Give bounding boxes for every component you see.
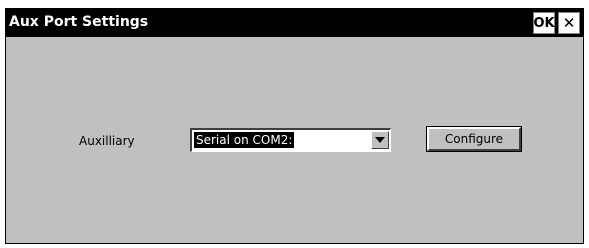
configure-button[interactable]: Configure [426,126,522,152]
close-button[interactable]: ✕ [558,12,580,34]
ok-button[interactable]: OK [533,12,555,34]
aux-port-settings-dialog: Aux Port Settings OK ✕ Auxilliary Serial… [5,8,584,244]
auxiliary-label: Auxilliary [79,134,135,148]
dialog-body: Auxilliary Serial on COM2: Configure [6,37,583,243]
title-bar: Aux Port Settings OK ✕ [6,9,583,37]
close-icon: ✕ [562,14,576,32]
auxiliary-port-selected-value: Serial on COM2: [194,132,295,148]
dropdown-button[interactable] [371,131,389,149]
auxiliary-port-select[interactable]: Serial on COM2: [190,128,391,152]
window-title: Aux Port Settings [9,14,149,30]
chevron-down-icon [375,137,385,143]
